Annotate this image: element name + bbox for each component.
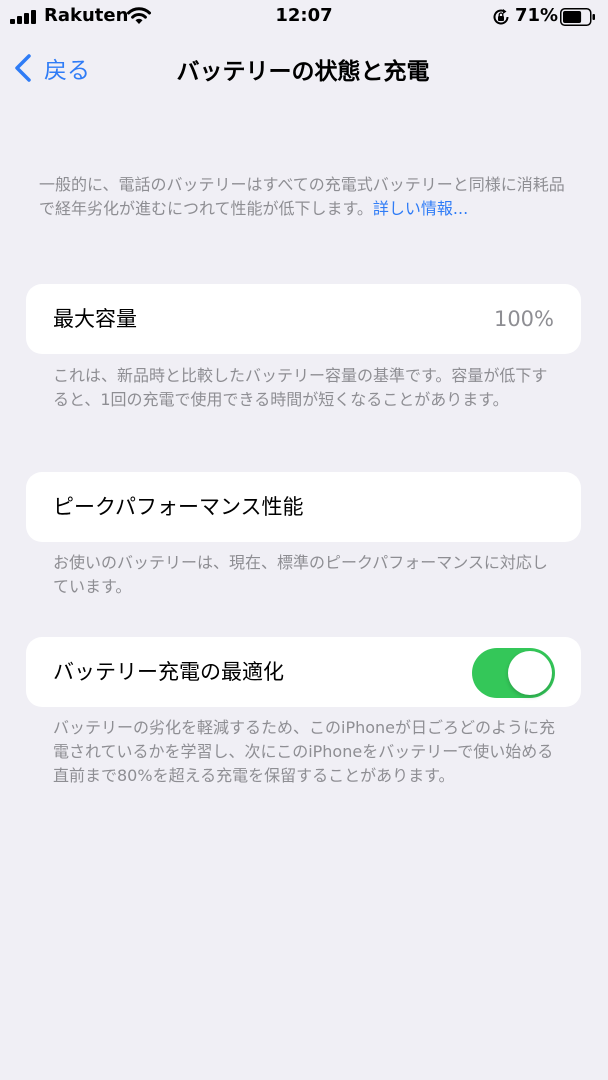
intro-text: 一般的に、電話のバッテリーはすべての充電式バッテリーと同様に消耗品で経年劣化が進…: [39, 175, 565, 218]
chevron-left-icon: [15, 54, 31, 82]
intro-description: 一般的に、電話のバッテリーはすべての充電式バッテリーと同様に消耗品で経年劣化が進…: [39, 173, 574, 221]
back-button-label: 戻る: [44, 58, 90, 84]
optimized-charging-row: バッテリー充電の最適化: [26, 637, 581, 707]
battery-percentage: 71%: [515, 5, 559, 26]
back-button[interactable]: 戻る: [12, 50, 90, 86]
battery-icon: [560, 8, 595, 26]
max-capacity-label: 最大容量: [53, 307, 137, 331]
navigation-bar: 戻る バッテリーの状態と充電: [0, 40, 608, 96]
peak-performance-label: ピークパフォーマンス性能: [53, 495, 304, 519]
toggle-knob: [508, 651, 552, 695]
max-capacity-footer: これは、新品時と比較したバッテリー容量の基準です。容量が低下すると、1回の充電で…: [53, 366, 548, 409]
learn-more-link[interactable]: 詳しい情報...: [373, 199, 468, 218]
optimized-charging-toggle[interactable]: [472, 648, 555, 698]
status-bar: Rakuten 12:07 71%: [0, 0, 608, 34]
optimized-charging-label: バッテリー充電の最適化: [53, 660, 284, 684]
page-title: バッテリーの状態と充電: [176, 59, 430, 85]
peak-performance-footer: お使いのバッテリーは、現在、標準のピークパフォーマンスに対応しています。: [53, 553, 548, 596]
rotation-lock-icon: [493, 9, 509, 25]
max-capacity-row: 最大容量 100%: [26, 284, 581, 354]
peak-performance-row: ピークパフォーマンス性能: [26, 472, 581, 542]
max-capacity-value: 100%: [493, 307, 554, 331]
optimized-charging-footer: バッテリーの劣化を軽減するため、このiPhoneが日ごろどのように充電されている…: [53, 718, 556, 785]
